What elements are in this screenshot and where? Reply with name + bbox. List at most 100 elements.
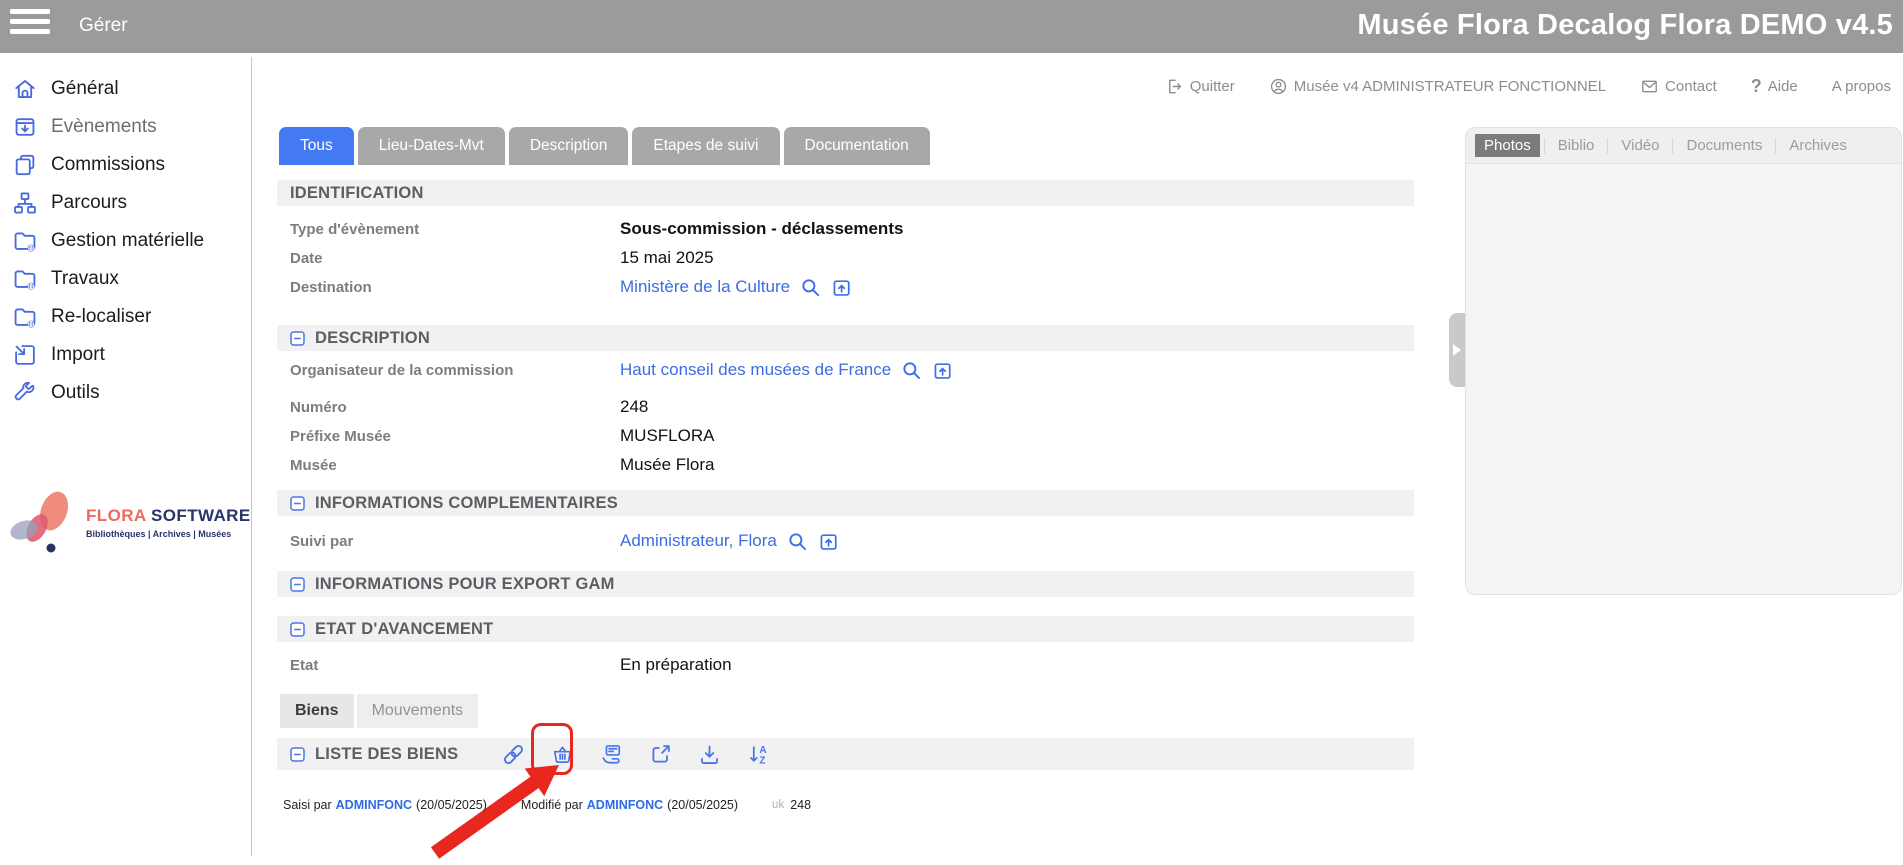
- media-tab-archives[interactable]: Archives: [1780, 134, 1856, 157]
- collapse-icon[interactable]: [290, 331, 305, 346]
- section-liste-des-biens: LISTE DES BIENS AZ: [277, 738, 1414, 770]
- saisi-user-link[interactable]: ADMINFONC: [336, 798, 412, 812]
- destination-link[interactable]: Ministère de la Culture: [620, 277, 790, 297]
- field-value: 248: [620, 397, 648, 417]
- sidebar-item-relocaliser[interactable]: Re-localiser: [0, 298, 251, 336]
- question-mark-icon: ?: [1751, 76, 1762, 97]
- contact-link[interactable]: Contact: [1640, 77, 1717, 96]
- field-label: Préfixe Musée: [290, 428, 620, 445]
- section-title: INFORMATIONS COMPLEMENTAIRES: [315, 494, 618, 513]
- sidebar-item-outils[interactable]: Outils: [0, 374, 251, 412]
- collapse-icon[interactable]: [290, 622, 305, 637]
- subtab-biens[interactable]: Biens: [280, 694, 354, 728]
- svg-text:Z: Z: [760, 755, 766, 766]
- sidebar-item-label: Re-localiser: [51, 306, 151, 328]
- media-panel-tabs: Photos Biblio Vidéo Documents Archives: [1466, 128, 1901, 164]
- sidebar-item-general[interactable]: Général: [0, 70, 251, 108]
- field-row-suivi-par: Suivi par Administrateur, Flora: [290, 527, 839, 555]
- basket-icon[interactable]: [551, 743, 574, 766]
- field-row-date: Date 15 mai 2025: [290, 244, 714, 272]
- media-tab-photos[interactable]: Photos: [1475, 134, 1540, 157]
- user-icon: [1269, 77, 1288, 96]
- external-link-icon[interactable]: [649, 743, 672, 766]
- sidebar-item-import[interactable]: Import: [0, 336, 251, 374]
- open-record-icon[interactable]: [831, 277, 852, 298]
- sidebar-item-travaux[interactable]: Travaux: [0, 260, 251, 298]
- collapse-icon[interactable]: [290, 577, 305, 592]
- contact-label: Contact: [1665, 78, 1717, 95]
- hand-card-icon[interactable]: [600, 743, 623, 766]
- field-value: MUSFLORA: [620, 426, 714, 446]
- collapse-icon[interactable]: [290, 747, 305, 762]
- hamburger-menu-icon[interactable]: [10, 9, 50, 43]
- tab-description[interactable]: Description: [509, 127, 629, 165]
- sidebar-item-parcours[interactable]: Parcours: [0, 184, 251, 222]
- field-label: Musée: [290, 457, 620, 474]
- sitemap-icon: [12, 190, 38, 216]
- collapse-icon[interactable]: [290, 496, 305, 511]
- sidebar-item-evenements[interactable]: Evènements: [0, 108, 251, 146]
- section-title: ETAT D'AVANCEMENT: [315, 620, 493, 639]
- record-tabs: Tous Lieu-Dates-Mvt Description Etapes d…: [279, 127, 930, 165]
- link-icon[interactable]: [502, 743, 525, 766]
- events-box-icon: [12, 114, 38, 140]
- sidebar: Général Evènements Commissions Parcours …: [0, 53, 251, 412]
- media-tab-documents[interactable]: Documents: [1677, 134, 1771, 157]
- logo-tagline: Bibliothèques | Archives | Musées: [86, 529, 251, 539]
- tab-etapes-de-suivi[interactable]: Etapes de suivi: [632, 127, 779, 165]
- about-label: A propos: [1832, 78, 1891, 95]
- suivi-par-link[interactable]: Administrateur, Flora: [620, 531, 777, 551]
- download-icon[interactable]: [698, 743, 721, 766]
- sidebar-item-label: Evènements: [51, 116, 157, 138]
- home-icon: [12, 76, 38, 102]
- field-label: Organisateur de la commission: [290, 362, 620, 379]
- open-record-icon[interactable]: [818, 531, 839, 552]
- folder-globe-icon: [12, 228, 38, 254]
- field-value: Sous-commission - déclassements: [620, 219, 903, 239]
- field-row-type: Type d'évènement Sous-commission - décla…: [290, 215, 903, 243]
- search-icon[interactable]: [901, 360, 922, 381]
- sidebar-item-gestion-materielle[interactable]: Gestion matérielle: [0, 222, 251, 260]
- media-tab-video[interactable]: Vidéo: [1612, 134, 1668, 157]
- tab-documentation[interactable]: Documentation: [784, 127, 930, 165]
- sidebar-item-label: Import: [51, 344, 105, 366]
- menu-label[interactable]: Gérer: [79, 15, 128, 37]
- about-link[interactable]: A propos: [1832, 78, 1891, 95]
- wrench-icon: [12, 380, 38, 406]
- flora-petals-icon: [6, 489, 82, 555]
- sort-az-icon[interactable]: AZ: [747, 743, 770, 766]
- tab-separator: [1544, 138, 1545, 154]
- flora-software-logo: FLORA SOFTWARE Bibliothèques | Archives …: [6, 489, 251, 555]
- field-label: Suivi par: [290, 533, 620, 550]
- field-value: En préparation: [620, 655, 732, 675]
- subtab-mouvements[interactable]: Mouvements: [357, 694, 479, 728]
- quit-label: Quitter: [1190, 78, 1235, 95]
- section-description: DESCRIPTION: [277, 325, 1414, 351]
- sidebar-item-label: Gestion matérielle: [51, 230, 204, 252]
- sidebar-item-label: Parcours: [51, 192, 127, 214]
- tab-separator: [1607, 138, 1608, 154]
- panel-collapse-handle[interactable]: [1449, 313, 1465, 387]
- tab-lieu-dates-mvt[interactable]: Lieu-Dates-Mvt: [358, 127, 505, 165]
- field-row-numero: Numéro 248: [290, 393, 648, 421]
- user-link[interactable]: Musée v4 ADMINISTRATEUR FONCTIONNEL: [1269, 77, 1606, 96]
- search-icon[interactable]: [800, 277, 821, 298]
- tab-tous[interactable]: Tous: [279, 127, 354, 165]
- modifie-date: (20/05/2025): [667, 798, 738, 812]
- organisateur-link[interactable]: Haut conseil des musées de France: [620, 360, 891, 380]
- folder-globe-icon: [12, 266, 38, 292]
- quit-link[interactable]: Quitter: [1165, 77, 1235, 96]
- help-link[interactable]: ? Aide: [1751, 76, 1798, 97]
- biens-mouvements-tabs: Biens Mouvements: [280, 694, 478, 728]
- sidebar-item-commissions[interactable]: Commissions: [0, 146, 251, 184]
- sidebar-item-label: Général: [51, 78, 119, 100]
- media-tab-biblio[interactable]: Biblio: [1549, 134, 1604, 157]
- modifie-user-link[interactable]: ADMINFONC: [587, 798, 663, 812]
- search-icon[interactable]: [787, 531, 808, 552]
- field-label: Etat: [290, 657, 620, 674]
- section-title: IDENTIFICATION: [290, 184, 424, 203]
- exit-icon: [1165, 77, 1184, 96]
- open-record-icon[interactable]: [932, 360, 953, 381]
- tab-separator: [1775, 138, 1776, 154]
- folders-icon: [12, 152, 38, 178]
